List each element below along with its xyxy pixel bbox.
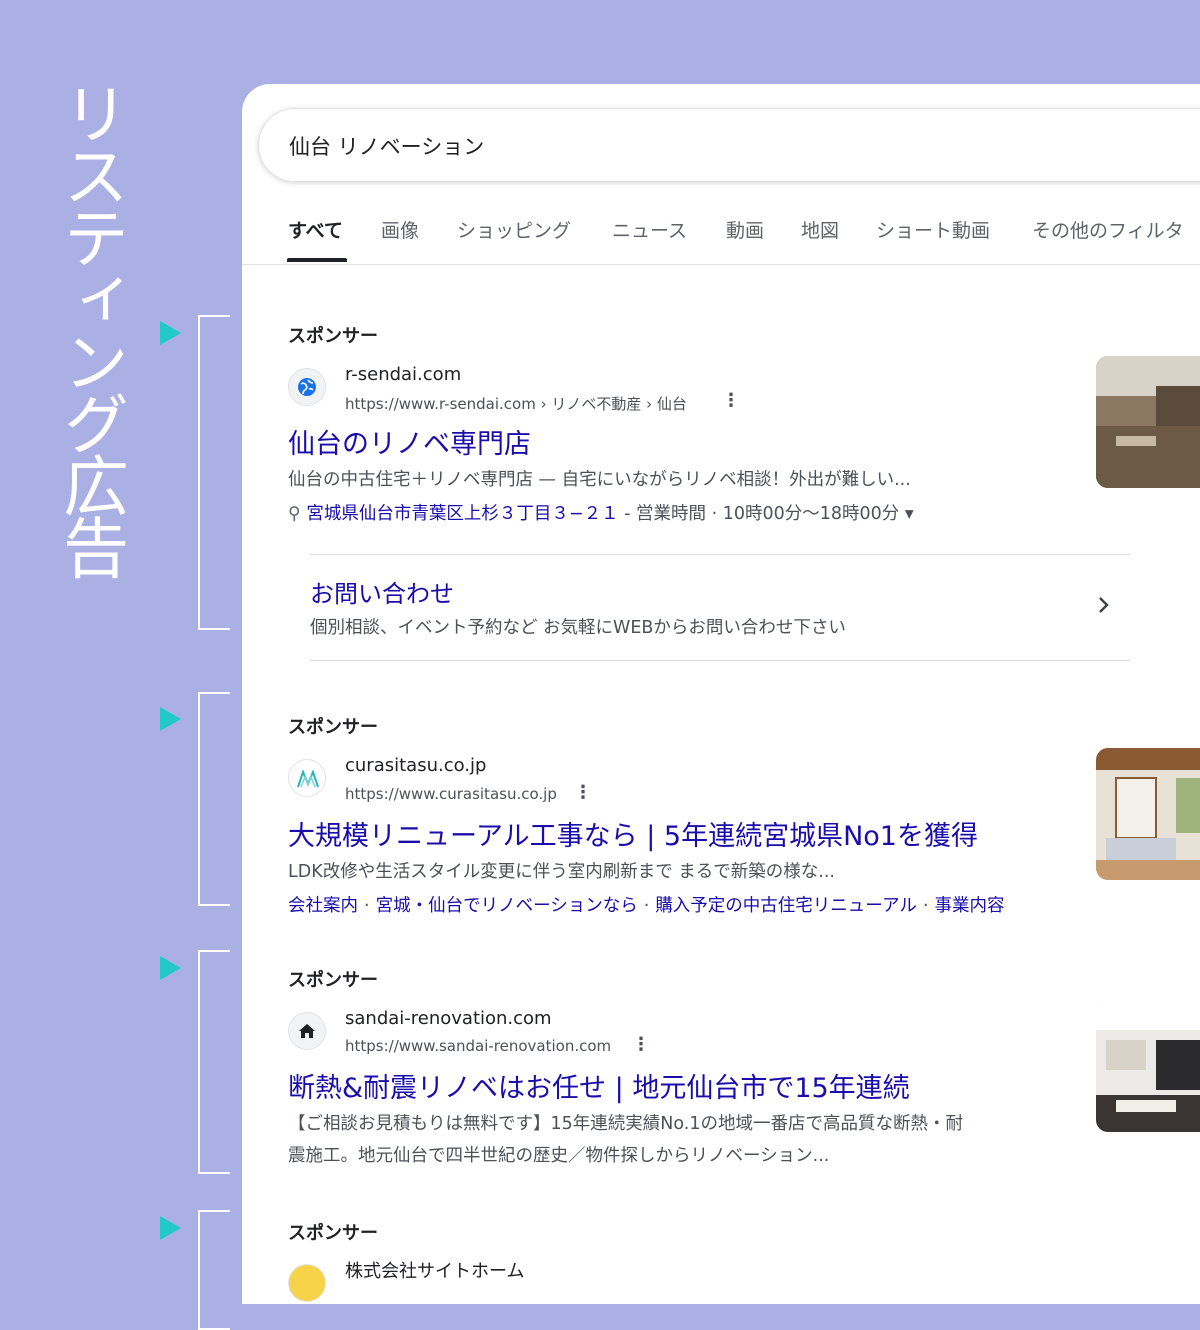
company-logo-icon — [288, 1264, 326, 1302]
ad-business-hours: - 営業時間 · 10時00分〜18時00分 — [624, 504, 900, 524]
ad-description: LDK改修や生活スタイル変更に伴う室内刷新まで まるで新築の様な... — [288, 862, 835, 882]
search-input[interactable]: 仙台 リノベーション — [289, 131, 484, 161]
tab-shopping[interactable]: ショッピング — [457, 216, 571, 243]
sponsored-label: スポンサー — [288, 717, 378, 738]
tab-all[interactable]: すべて — [288, 216, 343, 243]
active-tab-indicator — [287, 258, 347, 262]
ad-bracket — [198, 315, 230, 630]
ad-marker-arrow — [160, 707, 181, 731]
tab-more-filters[interactable]: その他のフィルタ — [1032, 216, 1184, 243]
ad-address-link[interactable]: 宮城県仙台市青葉区上杉３丁目３−２１ — [306, 504, 618, 524]
ad-location: ⚲ 宮城県仙台市青葉区上杉３丁目３−２１ - 営業時間 · 10時00分〜18時… — [288, 500, 914, 525]
divider — [310, 554, 1130, 555]
sponsored-label: スポンサー — [288, 970, 378, 991]
sitelink-title[interactable]: お問い合わせ — [310, 574, 454, 609]
ad-marker-arrow — [160, 321, 181, 345]
ad-description-line-2: 震施工。地元仙台で四半世紀の歴史／物件探しからリノベーション... — [288, 1146, 830, 1166]
ad-marker-arrow — [160, 956, 181, 980]
sponsored-label: スポンサー — [288, 326, 378, 347]
ad-thumbnail[interactable] — [1096, 356, 1200, 488]
search-results-panel: 仙台 リノベーション すべて 画像 ショッピング ニュース 動画 地図 ショート… — [242, 84, 1200, 1304]
sitelink-renovation[interactable]: 宮城・仙台でリノベーションなら — [376, 896, 638, 916]
ad-marker-arrow — [160, 1216, 181, 1240]
ad-bracket — [198, 950, 230, 1174]
chevron-right-icon[interactable] — [1094, 594, 1114, 620]
tab-maps[interactable]: 地図 — [801, 216, 839, 243]
side-title: リスティング広告 — [52, 80, 129, 576]
ad-bracket — [198, 1210, 230, 1330]
sitelink-business[interactable]: 事業内容 — [935, 896, 1005, 916]
ad-headline[interactable]: 仙台のリノベ専門店 — [288, 422, 531, 461]
home-icon — [288, 1012, 326, 1050]
map-pin-icon: ⚲ — [288, 504, 301, 524]
ad-site-name[interactable]: sandai-renovation.com — [345, 1008, 552, 1029]
more-options-icon[interactable]: ⋮ — [722, 390, 740, 411]
search-box[interactable]: 仙台 リノベーション — [258, 108, 1200, 182]
globe-icon — [288, 368, 326, 406]
ad-headline[interactable]: 大規模リニューアル工事なら | 5年連続宮城県No1を獲得 — [288, 814, 978, 853]
ad-bracket — [198, 692, 230, 906]
divider — [310, 660, 1130, 661]
more-options-icon[interactable]: ⋮ — [632, 1034, 650, 1055]
ad-site-name[interactable]: 株式会社サイトホーム — [345, 1257, 524, 1283]
dropdown-arrow-icon[interactable]: ▾ — [905, 504, 914, 524]
ad-description: 仙台の中古住宅＋リノベ専門店 — 自宅にいながらリノベ相談！外出が難しい... — [288, 470, 911, 490]
ad-thumbnail[interactable] — [1096, 748, 1200, 880]
sitelink-used-home[interactable]: 購入予定の中古住宅リニューアル — [655, 896, 917, 916]
more-options-icon[interactable]: ⋮ — [574, 782, 592, 803]
ad-display-url[interactable]: https://www.sandai-renovation.com — [345, 1037, 611, 1055]
curasitasu-logo-icon — [288, 759, 326, 797]
sponsored-label: スポンサー — [288, 1223, 378, 1244]
tab-news[interactable]: ニュース — [612, 216, 687, 243]
ad-display-url[interactable]: https://www.curasitasu.co.jp — [345, 785, 557, 803]
ad-site-name[interactable]: curasitasu.co.jp — [345, 755, 486, 776]
tab-short-videos[interactable]: ショート動画 — [876, 216, 990, 243]
ad-sitelinks: 会社案内 · 宮城・仙台でリノベーションなら · 購入予定の中古住宅リニューアル · 事業内… — [288, 896, 1005, 916]
ad-headline[interactable]: 断熱&耐震リノベはお任せ | 地元仙台市で15年連続 — [288, 1066, 910, 1105]
sitelink-company[interactable]: 会社案内 — [288, 896, 358, 916]
ad-description-line-1: 【ご相談お見積もりは無料です】15年連続実績No.1の地域一番店で高品質な断熱・… — [288, 1114, 963, 1134]
ad-site-name[interactable]: r-sendai.com — [345, 364, 461, 385]
sitelink-description: 個別相談、イベント予約など お気軽にWEBからお問い合わせ下さい — [310, 618, 846, 638]
tab-images[interactable]: 画像 — [381, 216, 419, 243]
tab-videos[interactable]: 動画 — [726, 216, 764, 243]
search-tabs: すべて 画像 ショッピング ニュース 動画 地図 ショート動画 その他のフィルタ — [242, 206, 1200, 265]
ad-thumbnail[interactable] — [1096, 1000, 1200, 1132]
ad-display-url[interactable]: https://www.r-sendai.com › リノベ不動産 › 仙台 — [345, 393, 687, 414]
